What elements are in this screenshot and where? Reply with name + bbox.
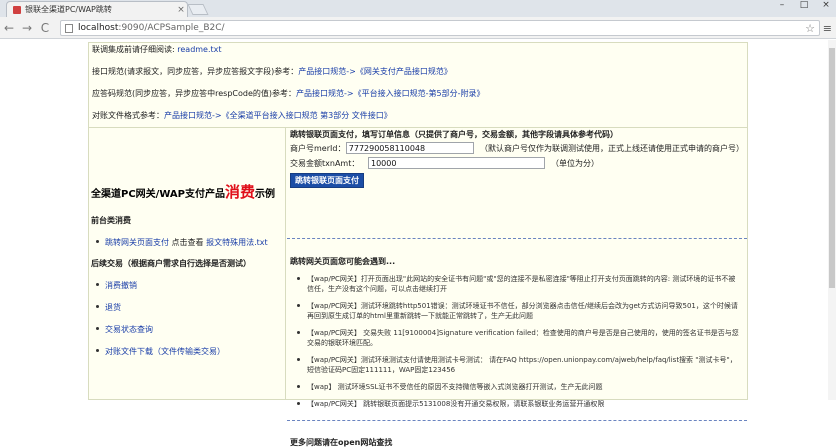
spec-prefix: 接口规范(请求报文，同步应答，异步应答报文字段)参考：: [92, 67, 299, 76]
tab-bar: 银联全渠道PC/WAP跳转 × – □ ×: [0, 0, 836, 17]
list-item: 【wap/PC网关】 交易失败 11[9100004]Signature ver…: [297, 329, 739, 347]
url-text[interactable]: localhost:9090/ACPSample_B2C/: [78, 23, 805, 33]
forward-button[interactable]: →: [18, 19, 36, 37]
page-title: 全渠道PC网关/WAP支付产品消费示例: [91, 181, 275, 202]
page-icon: [65, 23, 73, 33]
list-item: 跳转网关页面支付 点击查看 报文特殊用法.txt: [96, 237, 268, 248]
respcode-prefix: 应答码规范(同步应答，异步应答中respCode的值)参考：: [92, 89, 297, 98]
window-close-button[interactable]: ×: [820, 0, 832, 10]
amt-label: 交易金额txnAmt：: [290, 158, 360, 168]
mer-note: （默认商户号仅作为联调测试使用，正式上线还请使用正式申请的商户号）: [480, 143, 744, 153]
url-path: :9090/ACPSample_B2C/: [118, 23, 225, 33]
reload-button[interactable]: C: [36, 19, 54, 37]
scrollbar-thumb[interactable]: [829, 48, 835, 288]
bookmark-star-icon[interactable]: ☆: [805, 22, 815, 35]
tab-close-icon[interactable]: ×: [175, 5, 187, 15]
scrollbar[interactable]: [828, 40, 836, 400]
consume-undo-link[interactable]: 消费撤销: [105, 281, 137, 290]
readme-prefix: 联调集成前请仔细阅读:: [92, 45, 178, 54]
respcode-link-1[interactable]: 产品接口规范->: [296, 89, 354, 98]
mer-id-input[interactable]: [345, 142, 474, 154]
title-hot: 消费: [224, 183, 255, 201]
title-part-a: 全渠道PC网关/WAP支付产品: [91, 189, 225, 200]
file-download-link[interactable]: 对账文件下载（文件传输类交易）: [105, 347, 225, 356]
mer-row: 商户号merId： （默认商户号仅作为联调测试使用，正式上线还请使用正式申请的商…: [290, 141, 744, 155]
list-item: 消费撤销: [96, 280, 225, 291]
list-item: 【wap/PC网关】打开页面出现"此网站的安全证书有问题"或"您的连接不是私密连…: [297, 274, 739, 294]
spec-line: 接口规范(请求报文，同步应答，异步应答报文字段)参考：产品接口规范->《网关支付…: [92, 68, 744, 76]
spec-link-2[interactable]: 《网关支付产品接口规范》: [356, 67, 452, 76]
top-info: 联调集成前请仔细阅读: readme.txt 接口规范(请求报文，同步应答，异步…: [89, 43, 747, 127]
amt-note: （单位为分）: [551, 158, 599, 168]
readme-line: 联调集成前请仔细阅读: readme.txt: [92, 46, 744, 54]
section-followup: 后续交易（根据商户需求自行选择是否测试）: [91, 259, 251, 268]
file-format-prefix: 对账文件格式参考：: [92, 111, 164, 120]
right-panel: 跳转银联页面支付，填写订单信息（只提供了商户号，交易金额，其他字段请具体参考代码…: [287, 128, 747, 447]
dashed-divider: [287, 420, 747, 421]
list-item: 交易状态查询: [96, 324, 225, 335]
dashed-divider: [287, 238, 747, 239]
browser-tab[interactable]: 银联全渠道PC/WAP跳转 ×: [6, 1, 188, 17]
favicon-icon: [13, 5, 21, 14]
menu-icon[interactable]: ≡: [823, 22, 832, 35]
mer-label: 商户号merId：: [290, 143, 346, 153]
item-mid-text: 点击查看: [169, 238, 207, 247]
file-format-link-1[interactable]: 产品接口规范->: [164, 111, 222, 120]
list-item: 对账文件下载（文件传输类交易）: [96, 346, 225, 357]
window-controls: – □ ×: [776, 0, 832, 10]
list-item: 【wap/PC网关】 跳转银联页面提示5131008没有开通交易权限，请联系银联…: [297, 399, 739, 409]
left-panel: 全渠道PC网关/WAP支付产品消费示例 前台类消费 跳转网关页面支付 点击查看 …: [89, 128, 286, 400]
list-item: 【wap/PC网关】测试环境测试支付请使用测试卡号测试： 请在FAQ https…: [297, 355, 739, 375]
file-format-link-2[interactable]: 《全渠道平台接入接口规范 第3部分 文件接口》: [222, 111, 392, 120]
title-part-b: 示例: [255, 189, 275, 200]
amt-row: 交易金额txnAmt： （单位为分）: [290, 156, 744, 170]
problems-title: 跳转网关页面您可能会遇到...: [290, 257, 396, 266]
minimize-button[interactable]: –: [776, 0, 788, 10]
tab-title: 银联全渠道PC/WAP跳转: [25, 5, 112, 14]
list-item: 退货: [96, 302, 225, 313]
readme-link[interactable]: readme.txt: [177, 45, 221, 54]
txn-amt-input[interactable]: [368, 157, 545, 169]
more-problems-title: 更多问题请在open网站查找: [290, 438, 393, 447]
back-button[interactable]: ←: [0, 19, 18, 37]
section-frontend: 前台类消费: [91, 216, 131, 225]
followup-list: 消费撤销 退货 交易状态查询 对账文件下载（文件传输类交易）: [96, 280, 225, 357]
frontend-list: 跳转网关页面支付 点击查看 报文特殊用法.txt: [96, 237, 268, 248]
list-item: 【wap/PC网关】测试环境跳转http501错误：测试环境证书不信任，部分浏览…: [297, 302, 738, 320]
submit-button[interactable]: 跳转银联页面支付: [290, 173, 364, 188]
new-tab-button[interactable]: [187, 4, 209, 15]
file-format-line: 对账文件格式参考：产品接口规范->《全渠道平台接入接口规范 第3部分 文件接口》: [92, 112, 744, 120]
respcode-link-2[interactable]: 《平台接入接口规范-第5部分-附录》: [354, 89, 485, 98]
address-bar[interactable]: localhost:9090/ACPSample_B2C/ ☆: [60, 20, 820, 36]
url-host: localhost: [78, 23, 119, 33]
gateway-pay-link[interactable]: 跳转网关页面支付: [105, 238, 169, 247]
nav-bar: ← → C localhost:9090/ACPSample_B2C/ ☆ ≡: [0, 17, 836, 39]
problems-list: 【wap/PC网关】打开页面出现"此网站的安全证书有问题"或"您的连接不是私密连…: [297, 274, 739, 409]
refund-link[interactable]: 退货: [105, 303, 121, 312]
page-container: 联调集成前请仔细阅读: readme.txt 接口规范(请求报文，同步应答，异步…: [88, 42, 748, 447]
spec-link-1[interactable]: 产品接口规范->: [298, 67, 356, 76]
form-heading: 跳转银联页面支付，填写订单信息（只提供了商户号，交易金额，其他字段请具体参考代码…: [290, 130, 618, 139]
query-link[interactable]: 交易状态查询: [105, 325, 153, 334]
respcode-line: 应答码规范(同步应答，异步应答中respCode的值)参考：产品接口规范->《平…: [92, 90, 744, 98]
maximize-button[interactable]: □: [798, 0, 810, 10]
list-item: 【wap】 测试环境SSL证书不受信任的原因不支持微信等嵌入式浏览器打开测试，生…: [297, 382, 739, 392]
special-usage-link[interactable]: 报文特殊用法.txt: [206, 238, 268, 247]
